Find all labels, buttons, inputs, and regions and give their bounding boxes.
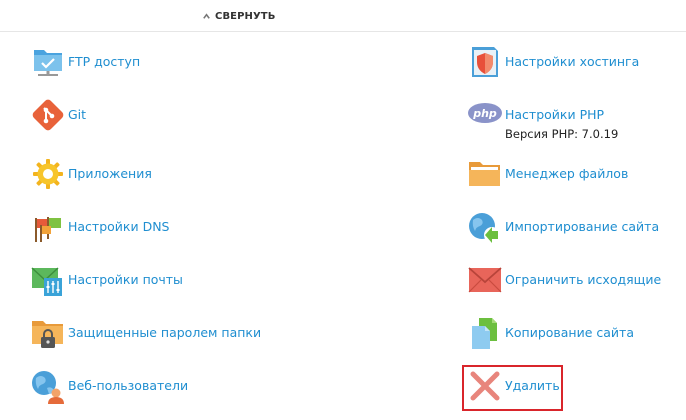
dns-flags-icon	[30, 209, 66, 245]
tool-applications[interactable]: Приложения	[30, 156, 152, 196]
collapse-button[interactable]: СВЕРНУТЬ	[202, 8, 275, 24]
import-site-icon	[467, 209, 503, 245]
tool-password-protected-folders[interactable]: Защищенные паролем папки	[30, 315, 261, 355]
tool-mail-settings[interactable]: Настройки почты	[30, 262, 183, 302]
collapse-label: СВЕРНУТЬ	[215, 10, 276, 22]
tool-label: Ограничить исходящие	[505, 272, 662, 287]
tool-limit-outgoing[interactable]: Ограничить исходящие	[467, 262, 661, 302]
git-icon	[30, 97, 66, 133]
gear-icon	[30, 156, 66, 192]
tool-label: Копирование сайта	[505, 325, 634, 340]
php-icon-text: php	[472, 107, 497, 120]
file-manager-folder-icon	[467, 156, 503, 192]
ftp-folder-icon	[30, 44, 66, 80]
tool-hosting-settings[interactable]: Настройки хостинга	[467, 44, 639, 84]
hosting-settings-icon	[467, 44, 503, 80]
tool-label: Настройки DNS	[68, 219, 170, 234]
php-icon: php	[467, 97, 503, 133]
tool-git[interactable]: Git	[30, 97, 86, 137]
tool-label: FTP доступ	[68, 54, 141, 69]
tool-label: Импортирование сайта	[505, 219, 660, 234]
tool-import-site[interactable]: Импортирование сайта	[467, 209, 659, 249]
tool-label: Настройки хостинга	[505, 54, 640, 69]
tool-label: Настройки почты	[68, 272, 183, 287]
chevron-up-icon	[203, 12, 210, 19]
copy-site-icon	[467, 315, 503, 351]
php-version-text: Версия PHP: 7.0.19	[505, 127, 619, 141]
tool-web-users[interactable]: Веб-пользователи	[30, 368, 188, 408]
locked-folder-icon	[30, 315, 66, 351]
tool-label: Защищенные паролем папки	[68, 325, 262, 340]
tool-label: Настройки PHP	[505, 107, 605, 122]
tool-file-manager[interactable]: Менеджер файлов	[467, 156, 628, 196]
tool-label: Менеджер файлов	[505, 166, 629, 181]
tool-ftp-access[interactable]: FTP доступ	[30, 44, 140, 84]
tool-label: Git	[68, 107, 87, 122]
delete-highlight-frame	[462, 365, 563, 411]
limit-outgoing-mail-icon	[467, 262, 503, 298]
collapse-bar: СВЕРНУТЬ	[0, 0, 686, 32]
tool-label: Приложения	[68, 166, 152, 181]
mail-settings-icon	[30, 262, 66, 298]
tool-copy-site[interactable]: Копирование сайта	[467, 315, 634, 355]
tool-php-settings[interactable]: php Настройки PHP Версия PHP: 7.0.19	[467, 97, 618, 143]
web-user-icon	[30, 368, 66, 404]
tool-label: Веб-пользователи	[68, 378, 189, 393]
tool-dns-settings[interactable]: Настройки DNS	[30, 209, 169, 249]
